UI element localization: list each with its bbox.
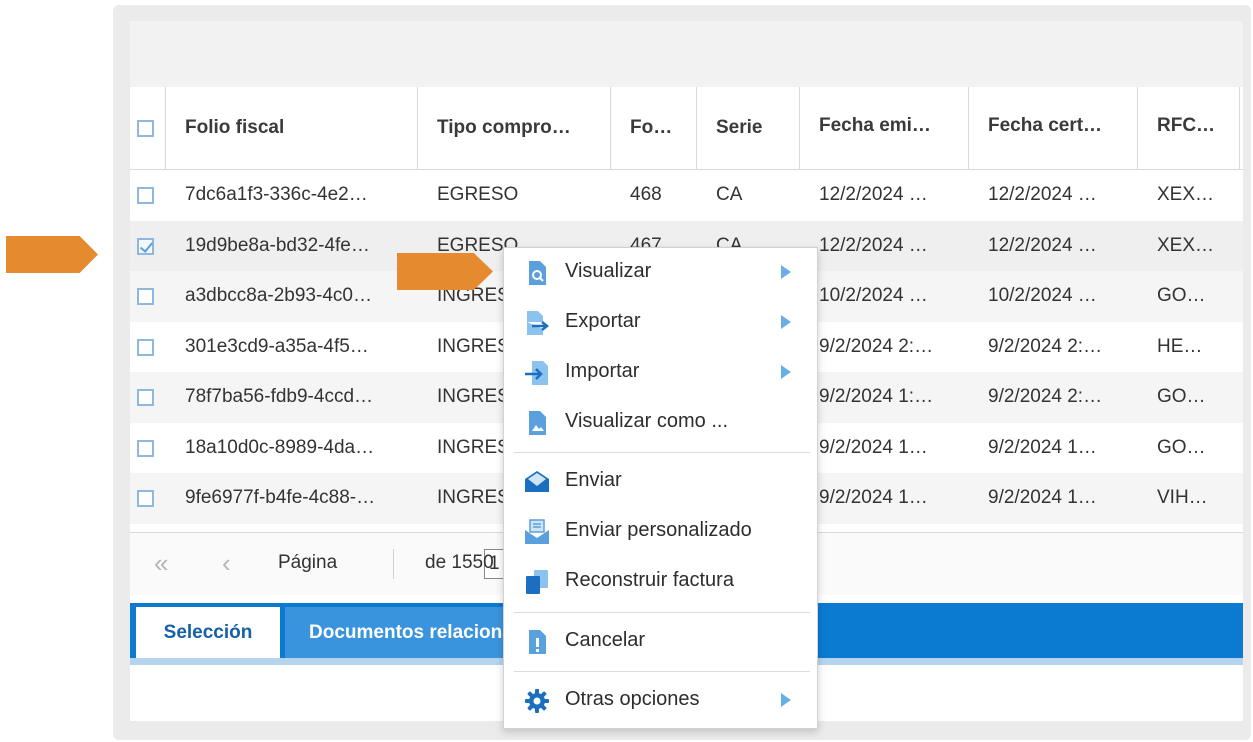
annotation-arrow-row (6, 236, 98, 273)
submenu-arrow-icon (781, 365, 791, 379)
row-checkbox[interactable] (137, 288, 154, 305)
export-icon (527, 311, 550, 335)
menu-item-label: Enviar (565, 469, 622, 491)
cell-tipo: EGRESO (437, 184, 519, 205)
menu-separator (514, 612, 810, 613)
cell-folio-fiscal: a3dbcc8a-2b93-4c0… (185, 285, 372, 306)
row-checkbox[interactable] (137, 389, 154, 406)
column-header-serie[interactable]: Serie (697, 87, 800, 169)
row-checkbox[interactable] (137, 237, 154, 255)
cell-fecha-certificacion: 10/2/2024 … (988, 285, 1097, 306)
menu-item-label: Enviar personalizado (565, 519, 752, 541)
cell-fecha-emision: 9/2/2024 1… (819, 436, 928, 458)
cell-fecha-certificacion: 12/2/2024 … (988, 234, 1097, 256)
grid-header: Folio fiscal Tipo compro… Fo… Serie Fech… (130, 87, 1243, 170)
cell-fecha-emision: 10/2/2024 … (819, 285, 928, 306)
menu-item-visualizar-como[interactable]: Visualizar como ... (504, 398, 817, 448)
column-header-tipo-comprobante[interactable]: Tipo compro… (418, 87, 611, 169)
menu-item-otras-opciones[interactable]: Otras opciones (504, 676, 817, 726)
copy-document-icon (526, 570, 548, 594)
alert-document-icon (529, 630, 546, 654)
column-header-fecha-certificacion[interactable]: Fecha cert… (969, 87, 1138, 169)
cell-fecha-emision: 12/2/2024 … (819, 234, 928, 256)
envelope-open-icon (525, 519, 549, 544)
cell-fecha-certificacion: 9/2/2024 2:… (988, 335, 1103, 357)
menu-item-enviar[interactable]: Enviar (504, 457, 817, 507)
cell-rfc: GO… (1157, 386, 1206, 407)
chevron-left-icon[interactable]: ‹ (222, 548, 231, 579)
menu-item-label: Visualizar como ... (565, 410, 729, 432)
import-icon (525, 361, 548, 385)
menu-item-exportar[interactable]: Exportar (504, 298, 817, 348)
submenu-arrow-icon (781, 315, 791, 329)
envelope-icon (525, 471, 549, 492)
cell-folio-fiscal: 19d9be8a-bd32-4fe… (185, 234, 370, 256)
menu-item-visualizar[interactable]: Visualizar (504, 248, 817, 298)
cell-rfc: XEX… (1157, 234, 1215, 256)
gear-icon (525, 689, 549, 713)
cell-fecha-emision: 12/2/2024 … (819, 184, 928, 205)
cell-fecha-certificacion: 12/2/2024 … (988, 184, 1097, 205)
select-all-checkbox[interactable] (137, 120, 154, 137)
column-header-folio[interactable]: Fo… (611, 87, 697, 169)
cell-folio-fiscal: 18a10d0c-8989-4da… (185, 436, 375, 458)
cell-fecha-certificacion: 9/2/2024 2:… (988, 386, 1103, 407)
cell-rfc: VIH… (1157, 487, 1208, 508)
menu-item-label: Visualizar (565, 260, 652, 282)
menu-item-label: Otras opciones (565, 688, 700, 710)
page-count-label: de 1550 (425, 552, 494, 573)
cell-fecha-certificacion: 9/2/2024 1… (988, 436, 1097, 458)
tab-seleccion[interactable]: Selección (136, 607, 280, 658)
menu-item-label: Importar (565, 360, 640, 382)
cell-folio-fiscal: 301e3cd9-a35a-4f5… (185, 335, 369, 357)
row-checkbox[interactable] (137, 439, 154, 457)
header-select-all-cell (130, 87, 166, 169)
column-header-folio-fiscal[interactable]: Folio fiscal (166, 87, 418, 169)
cell-fecha-emision: 9/2/2024 1… (819, 487, 928, 508)
menu-separator (514, 671, 810, 672)
cell-fecha-certificacion: 9/2/2024 1… (988, 487, 1097, 508)
row-checkbox[interactable] (137, 338, 154, 356)
submenu-arrow-icon (781, 265, 791, 279)
cell-fecha-emision: 9/2/2024 2:… (819, 335, 934, 357)
menu-item-label: Reconstruir factura (565, 569, 734, 591)
cell-folio: 468 (630, 184, 662, 205)
cell-folio-fiscal: 7dc6a1f3-336c-4e2… (185, 184, 368, 205)
cell-rfc: GO… (1157, 436, 1206, 458)
menu-item-label: Cancelar (565, 629, 646, 651)
menu-item-reconstruir-factura[interactable]: Reconstruir factura (504, 557, 817, 607)
cell-rfc: GO… (1157, 285, 1206, 306)
toolbar-area (130, 21, 1243, 88)
cell-fecha-emision: 9/2/2024 1:… (819, 386, 934, 407)
cell-rfc: XEX… (1157, 184, 1215, 205)
menu-item-importar[interactable]: Importar (504, 348, 817, 398)
context-menu: Visualizar Exportar Importar Visualizar … (503, 247, 818, 729)
search-document-icon (529, 261, 546, 285)
row-checkbox[interactable] (137, 187, 154, 204)
cell-serie: CA (716, 184, 743, 205)
cell-folio-fiscal: 9fe6977f-b4fe-4c88-… (185, 487, 376, 508)
menu-item-cancelar[interactable]: Cancelar (504, 617, 817, 667)
cell-rfc: HE… (1157, 335, 1203, 357)
page-label: Página (278, 552, 338, 573)
double-chevron-left-icon[interactable]: « (154, 548, 168, 579)
column-header-rfc[interactable]: RFC… (1138, 87, 1240, 169)
image-document-icon (529, 411, 546, 435)
table-row[interactable]: 7dc6a1f3-336c-4e2… EGRESO 468 CA 12/2/20… (130, 170, 1243, 221)
submenu-arrow-icon (781, 693, 791, 707)
pager-divider (393, 549, 394, 579)
cell-folio-fiscal: 78f7ba56-fdb9-4ccd… (185, 386, 374, 407)
column-header-fecha-emision[interactable]: Fecha emi… (800, 87, 969, 169)
menu-separator (514, 452, 810, 453)
annotation-arrow-menu (397, 253, 493, 290)
menu-item-enviar-personalizado[interactable]: Enviar personalizado (504, 507, 817, 557)
menu-item-label: Exportar (565, 310, 641, 332)
row-checkbox[interactable] (137, 490, 154, 507)
